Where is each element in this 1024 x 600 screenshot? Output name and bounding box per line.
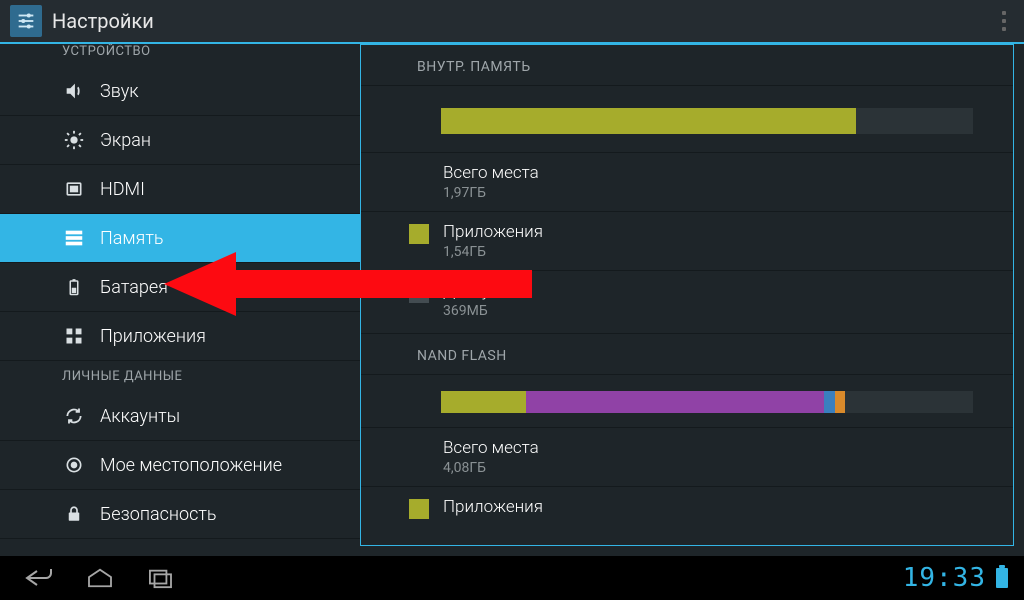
row-total-space[interactable]: Всего места 1,97ГБ bbox=[361, 152, 1013, 211]
sidebar-item-label: Мое местоположение bbox=[100, 455, 282, 476]
color-chip bbox=[409, 224, 429, 244]
row-value: 1,54ГБ bbox=[443, 244, 543, 260]
sidebar-item-accounts[interactable]: Аккаунты bbox=[0, 392, 360, 441]
row-key: Всего места bbox=[443, 438, 539, 458]
row-value: 4,08ГБ bbox=[443, 460, 539, 476]
color-chip bbox=[409, 499, 429, 519]
sidebar-item-location[interactable]: Мое местоположение bbox=[0, 441, 360, 490]
sidebar-item-sound[interactable]: Звук bbox=[0, 67, 360, 116]
sidebar-item-storage[interactable]: Память bbox=[0, 214, 360, 263]
location-icon bbox=[62, 453, 86, 477]
sidebar-section-device: Устройство bbox=[0, 44, 360, 67]
system-navbar: 19:33 bbox=[0, 556, 1024, 600]
hdmi-icon bbox=[62, 177, 86, 201]
sync-icon bbox=[62, 404, 86, 428]
sidebar-item-label: Приложения bbox=[100, 326, 206, 347]
settings-sidebar: Устройство Звук Экран HDMI bbox=[0, 44, 360, 556]
color-chip bbox=[409, 440, 429, 460]
sidebar-item-label: Экран bbox=[100, 130, 151, 151]
row-value: 1,97ГБ bbox=[443, 185, 539, 201]
lock-icon bbox=[62, 502, 86, 526]
sidebar-item-label: Аккаунты bbox=[100, 406, 180, 427]
bar-segment-4 bbox=[835, 391, 846, 413]
sidebar-item-label: Память bbox=[100, 228, 164, 249]
sidebar-section-personal: Личные данные bbox=[0, 361, 360, 392]
storage-detail-pane: Внутр. память Всего места 1,97ГБ Приложе… bbox=[360, 44, 1014, 546]
row-key: Всего места bbox=[443, 163, 539, 183]
overflow-menu-button[interactable] bbox=[994, 3, 1014, 39]
bar-segment-1 bbox=[441, 391, 526, 413]
color-chip bbox=[409, 165, 429, 185]
nand-storage-bar bbox=[441, 391, 973, 413]
sidebar-item-display[interactable]: Экран bbox=[0, 116, 360, 165]
bar-segment-apps bbox=[441, 108, 856, 134]
nav-home-button[interactable] bbox=[70, 560, 130, 596]
brightness-icon bbox=[62, 128, 86, 152]
row-value: 369МБ bbox=[443, 303, 519, 319]
content-area: Устройство Звук Экран HDMI bbox=[0, 44, 1024, 556]
sidebar-item-label: HDMI bbox=[100, 179, 145, 200]
sidebar-item-label: Звук bbox=[100, 81, 139, 102]
titlebar: Настройки bbox=[0, 0, 1024, 44]
nav-back-button[interactable] bbox=[10, 560, 70, 596]
statusbar-battery-icon bbox=[996, 568, 1008, 588]
sidebar-item-hdmi[interactable]: HDMI bbox=[0, 165, 360, 214]
nav-recent-button[interactable] bbox=[130, 560, 190, 596]
row-apps[interactable]: Приложения 1,54ГБ bbox=[361, 211, 1013, 270]
row-nand-apps[interactable]: Приложения bbox=[361, 486, 1013, 519]
bar-segment-3 bbox=[824, 391, 835, 413]
row-available[interactable]: Доступно 369МБ bbox=[361, 270, 1013, 329]
settings-icon bbox=[10, 5, 42, 37]
sound-icon bbox=[62, 79, 86, 103]
page-title: Настройки bbox=[52, 9, 154, 33]
color-chip bbox=[409, 283, 429, 303]
row-nand-total[interactable]: Всего места 4,08ГБ bbox=[361, 427, 1013, 486]
battery-icon bbox=[62, 275, 86, 299]
storage-icon bbox=[62, 226, 86, 250]
settings-app: Настройки Устройство Звук Экран bbox=[0, 0, 1024, 600]
row-key: Доступно bbox=[443, 281, 519, 301]
sidebar-item-security[interactable]: Безопасность bbox=[0, 490, 360, 539]
bar-segment-2 bbox=[526, 391, 824, 413]
section-nand-flash: NAND FLASH bbox=[361, 333, 1013, 375]
statusbar-clock: 19:33 bbox=[903, 563, 986, 593]
sidebar-item-apps[interactable]: Приложения bbox=[0, 312, 360, 361]
sidebar-item-label: Безопасность bbox=[100, 504, 217, 525]
section-internal-storage: Внутр. память bbox=[361, 45, 1013, 86]
row-key: Приложения bbox=[443, 222, 543, 242]
internal-storage-bar bbox=[441, 108, 973, 134]
row-key: Приложения bbox=[443, 497, 543, 517]
sidebar-item-label: Батарея bbox=[100, 277, 168, 298]
sidebar-item-battery[interactable]: Батарея bbox=[0, 263, 360, 312]
apps-icon bbox=[62, 324, 86, 348]
